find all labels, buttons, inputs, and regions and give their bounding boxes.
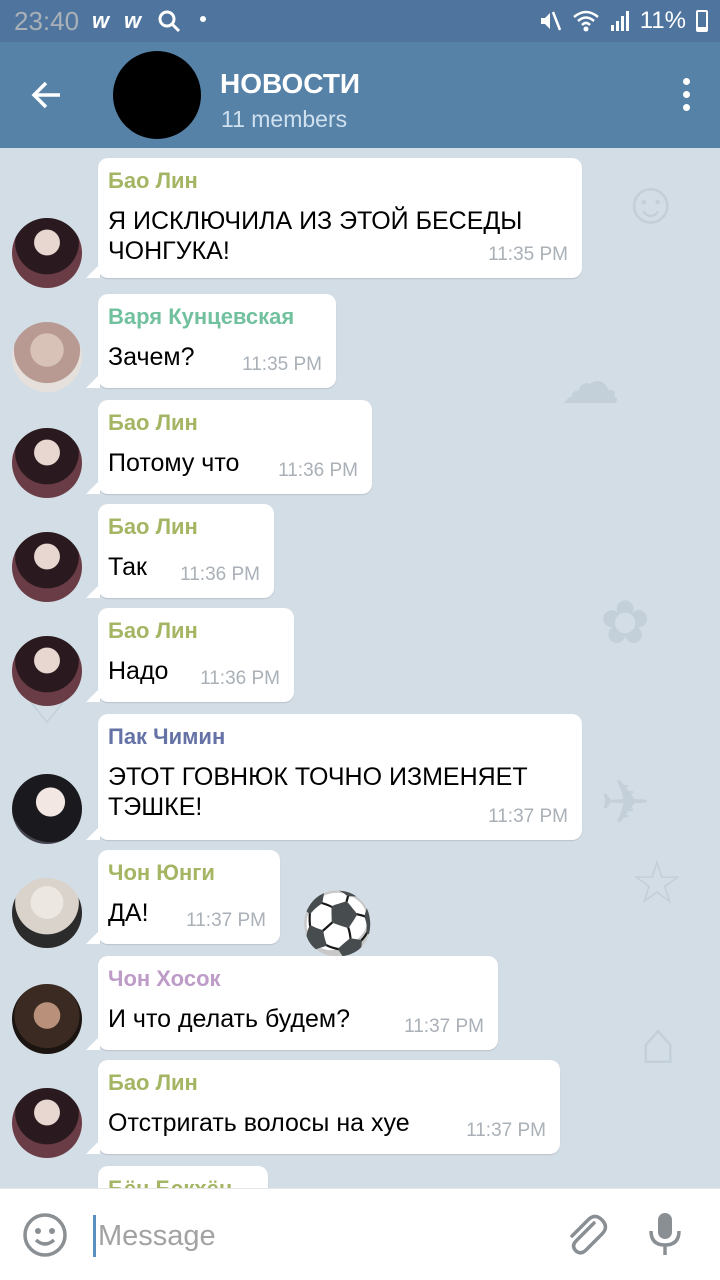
message-time: 11:37 PM — [466, 1120, 546, 1141]
avatar[interactable] — [12, 218, 82, 288]
message-bubble[interactable]: Бён Бэкхён — [98, 1166, 268, 1188]
chat-header: НОВОСТИ 11 members — [0, 42, 720, 148]
message-bubble[interactable]: Бао Лин Надо 11:36 PM — [86, 608, 294, 702]
avatar[interactable] — [12, 322, 82, 392]
message-time: 11:36 PM — [180, 564, 260, 585]
message-bubble[interactable]: Бао Лин Так 11:36 PM — [86, 504, 274, 598]
member-count: 11 members — [221, 106, 348, 132]
doodle-ball-icon: ⚽ — [300, 890, 375, 957]
message-input[interactable] — [98, 1211, 538, 1261]
battery-icon — [696, 10, 708, 32]
doodle-fish-icon: ✿ — [600, 589, 651, 656]
doodle-plane-icon: ✈ — [600, 769, 651, 836]
message-time: 11:37 PM — [186, 910, 266, 931]
attach-icon[interactable] — [560, 1209, 610, 1259]
message-sender: Бао Лин — [108, 410, 198, 435]
message-time: 11:37 PM — [488, 806, 568, 827]
avatar[interactable] — [12, 1088, 82, 1158]
message-bubble[interactable]: Пак Чимин ЭТОТ ГОВНЮК ТОЧНО ИЗМЕНЯЕТ ТЭШ… — [86, 714, 582, 840]
signal-icon — [610, 11, 629, 31]
message-sender: Пак Чимин — [108, 724, 226, 749]
notification-w-icon: w — [124, 8, 142, 33]
avatar[interactable] — [12, 636, 82, 706]
message-sender: Бао Лин — [108, 618, 198, 643]
message-sender: Бён Бэкхён — [108, 1174, 254, 1188]
microphone-icon[interactable] — [642, 1209, 688, 1259]
message-time: 11:35 PM — [242, 354, 322, 375]
avatar[interactable] — [12, 428, 82, 498]
battery-percent: 11% — [639, 7, 686, 34]
message-bubble[interactable]: Чон Юнги ДА! 11:37 PM — [86, 850, 280, 944]
message-list[interactable]: ☺ ☁ ✿ ✈ ☆ ⚽ ⌂ ♡ Бао Лин Я ИСКЛЮЧИЛА ИЗ Э… — [0, 148, 720, 1188]
message-time: 11:36 PM — [200, 668, 280, 689]
message-time: 11:36 PM — [278, 460, 358, 481]
message-bubble[interactable]: Бао Лин Я ИСКЛЮЧИЛА ИЗ ЭТОЙ БЕСЕДЫ ЧОНГУ… — [86, 158, 582, 278]
avatar[interactable] — [12, 984, 82, 1054]
message-bubble[interactable]: Чон Хосок И что делать будем? 11:37 PM — [86, 956, 498, 1050]
message-bubble[interactable]: Бао Лин Отстригать волосы на хуе 11:37 P… — [86, 1060, 560, 1154]
message-sender: Чон Юнги — [108, 860, 215, 885]
wifi-icon — [572, 10, 599, 32]
avatar[interactable] — [12, 532, 82, 602]
search-icon — [158, 10, 181, 33]
chat-avatar[interactable] — [113, 51, 201, 139]
text-cursor — [93, 1215, 96, 1257]
composer — [0, 1188, 720, 1280]
doodle-balloon-icon: ☁ — [560, 349, 620, 416]
more-menu-icon[interactable] — [676, 78, 696, 112]
dot-icon — [200, 16, 206, 22]
doodle-star-icon: ☆ — [630, 849, 684, 916]
back-arrow-icon[interactable] — [24, 72, 70, 118]
message-bubble[interactable]: Бао Лин Потому что 11:36 PM — [86, 400, 372, 494]
mute-icon — [540, 11, 561, 31]
message-sender: Бао Лин — [108, 514, 198, 539]
message-sender: Бао Лин — [108, 1070, 198, 1095]
status-bar: 23:40 w w 11% — [0, 0, 720, 42]
message-sender: Бао Лин — [108, 168, 198, 193]
doodle-house-icon: ⌂ — [640, 1009, 677, 1076]
message-sender: Варя Кунцевская — [108, 304, 295, 329]
chat-title[interactable]: НОВОСТИ — [220, 68, 360, 100]
emoji-icon[interactable] — [22, 1212, 68, 1258]
avatar[interactable] — [12, 774, 82, 844]
message-time: 11:37 PM — [404, 1016, 484, 1037]
notification-w-icon: w — [92, 8, 110, 33]
message-sender: Чон Хосок — [108, 966, 221, 991]
avatar[interactable] — [12, 878, 82, 948]
doodle-cat-icon: ☺ — [620, 169, 682, 236]
message-time: 11:35 PM — [488, 244, 568, 265]
message-bubble[interactable]: Варя Кунцевская Зачем? 11:35 PM — [86, 294, 336, 388]
